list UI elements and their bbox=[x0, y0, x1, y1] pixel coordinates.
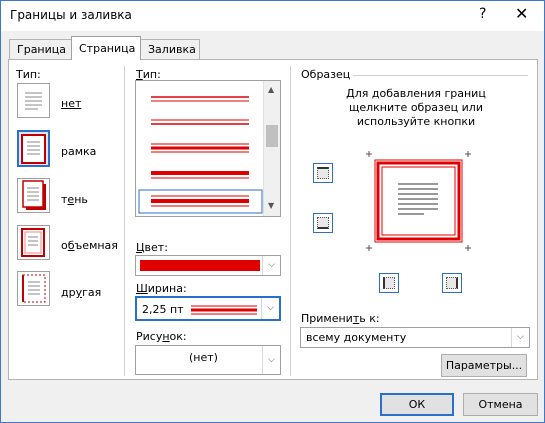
color-label: Цвет: bbox=[136, 241, 168, 254]
close-button[interactable]: ✕ bbox=[515, 4, 528, 23]
art-label: Рисунок: bbox=[136, 330, 187, 343]
scroll-down-icon[interactable]: ▼ bbox=[268, 201, 274, 210]
setting-custom-swatch[interactable] bbox=[17, 271, 50, 306]
tab-page-border[interactable]: Страница bbox=[71, 36, 141, 60]
width-dropdown[interactable]: 2,25 пт ⌵ bbox=[135, 296, 281, 321]
hint-line-1: Для добавления границ bbox=[346, 87, 486, 100]
apply-to-value: всему документу bbox=[306, 331, 407, 344]
art-dropdown[interactable]: (нет) ⌵ bbox=[135, 345, 281, 375]
setting-custom-label[interactable]: другая bbox=[61, 286, 101, 299]
apply-to-dropdown[interactable]: всему документу ⌵ bbox=[300, 327, 530, 348]
chevron-down-icon[interactable]: ⌵ bbox=[261, 298, 279, 319]
page-none-icon bbox=[25, 92, 42, 110]
width-value: 2,25 пт bbox=[142, 303, 184, 316]
column-divider-right bbox=[290, 66, 291, 376]
title-bar: Границы и заливка ? ✕ bbox=[1, 1, 544, 31]
setting-box-label[interactable]: рамка bbox=[61, 145, 96, 158]
preview-separator bbox=[353, 75, 528, 76]
preview-hint: Для добавления границ щелкните образец и… bbox=[301, 87, 531, 129]
ok-button[interactable]: ОК bbox=[380, 393, 454, 416]
window-title: Границы и заливка bbox=[10, 8, 132, 22]
page-shadow-icon bbox=[22, 180, 46, 210]
setting-none-swatch[interactable] bbox=[17, 83, 50, 118]
options-button-label: Параметры... bbox=[445, 359, 523, 372]
tab-borders[interactable]: Граница bbox=[9, 39, 72, 59]
ok-button-label: ОК bbox=[408, 398, 426, 411]
setting-shadow-swatch[interactable] bbox=[17, 178, 50, 213]
page-3d-icon bbox=[21, 228, 45, 257]
setting-none-label[interactable]: нет bbox=[61, 97, 81, 110]
scroll-thumb[interactable] bbox=[266, 125, 278, 147]
cancel-button[interactable]: Отмена bbox=[463, 393, 538, 416]
chevron-down-icon[interactable]: ⌵ bbox=[511, 328, 529, 347]
options-button[interactable]: Параметры... bbox=[441, 354, 527, 377]
left-border-icon bbox=[383, 277, 395, 289]
preview-page bbox=[366, 151, 471, 251]
width-preview bbox=[191, 305, 257, 315]
bottom-border-button[interactable] bbox=[313, 213, 333, 233]
cancel-button-label: Отмена bbox=[478, 398, 523, 411]
scroll-up-icon[interactable]: ▲ bbox=[268, 85, 274, 94]
line-style-scrollbar[interactable]: ▲ ▼ bbox=[263, 81, 280, 216]
color-dropdown[interactable]: ⌵ bbox=[135, 255, 281, 276]
bottom-border-icon bbox=[317, 217, 329, 229]
setting-label: Тип: bbox=[16, 68, 41, 81]
setting-shadow-label[interactable]: тень bbox=[61, 193, 88, 206]
hint-line-3: используйте кнопки bbox=[356, 115, 476, 128]
preview-label: Образец bbox=[301, 68, 351, 81]
column-divider-left bbox=[124, 66, 125, 376]
top-border-icon bbox=[317, 167, 329, 179]
line-style-items bbox=[138, 96, 263, 214]
chevron-down-icon[interactable]: ⌵ bbox=[262, 256, 280, 275]
help-button[interactable]: ? bbox=[479, 6, 486, 22]
setting-box-swatch[interactable] bbox=[17, 130, 50, 167]
left-border-button[interactable] bbox=[379, 273, 399, 293]
hint-line-2: щелкните образец или bbox=[349, 101, 483, 114]
page-custom-icon bbox=[22, 274, 46, 303]
setting-none-text: нет bbox=[61, 97, 82, 110]
tab-borders-label: Граница bbox=[17, 43, 67, 56]
width-label: Ширина: bbox=[136, 282, 187, 295]
apply-to-label: Применить к: bbox=[301, 312, 380, 325]
tab-shading-label: Заливка bbox=[148, 43, 196, 56]
line-style-list[interactable]: ▲ ▼ bbox=[135, 80, 281, 217]
setting-3d-swatch[interactable] bbox=[17, 225, 50, 260]
art-value: (нет) bbox=[189, 351, 218, 364]
page-box-icon bbox=[21, 134, 46, 164]
right-border-button[interactable] bbox=[442, 273, 462, 293]
dialog-window: Границы и заливка ? ✕ Граница Страница З… bbox=[0, 0, 545, 423]
preview-area[interactable] bbox=[366, 151, 471, 251]
setting-3d-label[interactable]: объемная bbox=[61, 239, 118, 252]
tab-shading[interactable]: Заливка bbox=[140, 39, 200, 59]
top-border-button[interactable] bbox=[313, 163, 333, 183]
chevron-down-icon[interactable]: ⌵ bbox=[262, 346, 280, 374]
color-swatch bbox=[140, 260, 260, 271]
right-border-icon bbox=[446, 277, 458, 289]
tab-page-border-label: Страница bbox=[79, 42, 136, 55]
